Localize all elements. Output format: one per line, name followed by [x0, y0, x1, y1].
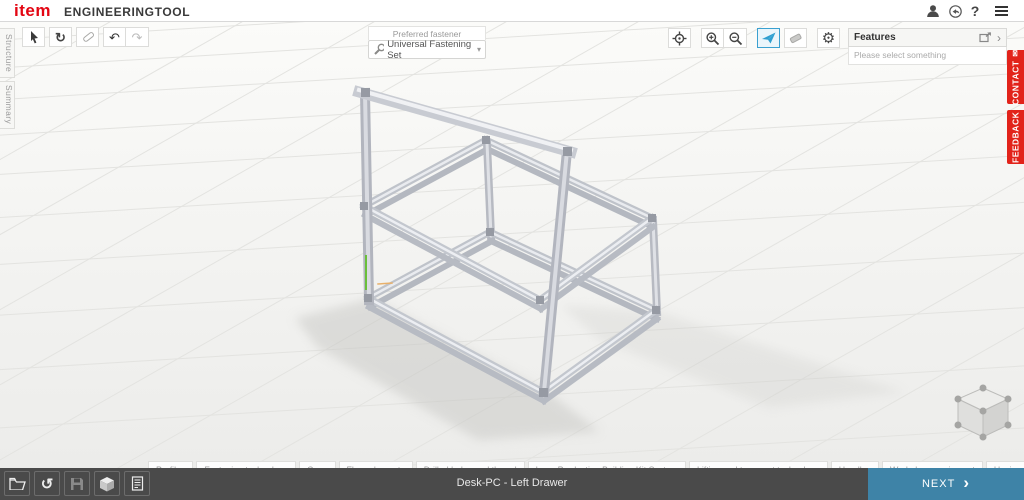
undo-button[interactable]: ↶ — [103, 27, 126, 47]
features-header[interactable]: Features › — [848, 28, 1007, 47]
undo-icon: ↶ — [109, 31, 120, 44]
zoom-out-button[interactable] — [724, 28, 747, 48]
features-title: Features — [854, 32, 896, 43]
redo-icon: ↷ — [132, 31, 143, 44]
fastener-value: Universal Fastening Set — [387, 39, 474, 61]
account-button[interactable] — [924, 3, 942, 19]
preferred-fastener-panel: Preferred fastener Universal Fastening S… — [368, 26, 486, 59]
profile-beam-icon — [80, 30, 95, 45]
features-panel: Features › Please select something — [848, 28, 1007, 65]
redo-button[interactable]: ↷ — [126, 27, 149, 47]
target-icon — [672, 31, 687, 46]
tab-summary[interactable]: Summary — [0, 81, 15, 129]
contact-button[interactable]: CONTACT ✉ — [1007, 50, 1024, 104]
hamburger-icon — [995, 4, 1008, 18]
zoom-out-icon — [728, 31, 743, 46]
fastener-select[interactable]: Universal Fastening Set ▾ — [368, 40, 486, 59]
feedback-label: FEEDBACK — [1011, 111, 1021, 162]
fly-select-tool-button[interactable] — [757, 28, 780, 48]
features-hint: Please select something — [848, 47, 1007, 65]
help-button[interactable]: ? — [966, 3, 984, 19]
person-icon — [926, 4, 940, 18]
view-toolbar: ⚙ — [668, 28, 840, 48]
center-view-button[interactable] — [668, 28, 691, 48]
app-header: item ENGINEERINGTOOL ? — [0, 0, 1024, 22]
chevron-right-icon[interactable]: › — [997, 32, 1001, 44]
rotate-tool-button[interactable]: ↻ — [49, 27, 72, 47]
app-title: ENGINEERINGTOOL — [64, 5, 190, 19]
next-label: NEXT — [922, 478, 955, 490]
edit-toolbar: ↻ ↶ ↷ — [22, 27, 149, 47]
envelope-icon: ✉ — [1011, 49, 1021, 58]
view-navigation-cube[interactable] — [951, 384, 1015, 442]
rotate-icon: ↻ — [55, 31, 66, 44]
chevron-down-icon: ▾ — [477, 45, 481, 54]
chevron-right-icon: › — [963, 473, 970, 493]
help-label: ? — [971, 3, 980, 19]
contact-label: CONTACT — [1011, 61, 1021, 105]
share-reply-icon — [948, 4, 963, 19]
tab-structure[interactable]: Structure — [0, 28, 15, 78]
fastener-icon — [373, 43, 384, 56]
select-tool-button[interactable] — [22, 27, 45, 47]
eraser-tool-button[interactable] — [784, 28, 807, 48]
status-bar: ↺ Desk-PC - Left Dr — [0, 468, 1024, 500]
menu-button[interactable] — [992, 3, 1010, 19]
viewport-3d[interactable]: Structure Summary ↻ ↶ ↷ Preferred fasten… — [0, 22, 1024, 500]
paper-plane-icon — [761, 31, 777, 45]
cursor-icon — [27, 30, 41, 45]
share-button[interactable] — [946, 3, 964, 19]
zoom-in-button[interactable] — [701, 28, 724, 48]
item-logo[interactable]: item — [14, 1, 51, 21]
settings-button[interactable]: ⚙ — [817, 28, 840, 48]
model-shadow-right — [560, 305, 905, 408]
zoom-in-icon — [705, 31, 720, 46]
feedback-button[interactable]: FEEDBACK — [1007, 110, 1024, 164]
draw-profile-button[interactable] — [76, 27, 99, 47]
aluminum-frame-model[interactable] — [0, 22, 1024, 500]
popout-icon[interactable] — [979, 32, 992, 43]
gear-icon: ⚙ — [822, 31, 835, 46]
next-button[interactable]: NEXT › — [868, 468, 1024, 500]
eraser-icon — [788, 32, 803, 45]
